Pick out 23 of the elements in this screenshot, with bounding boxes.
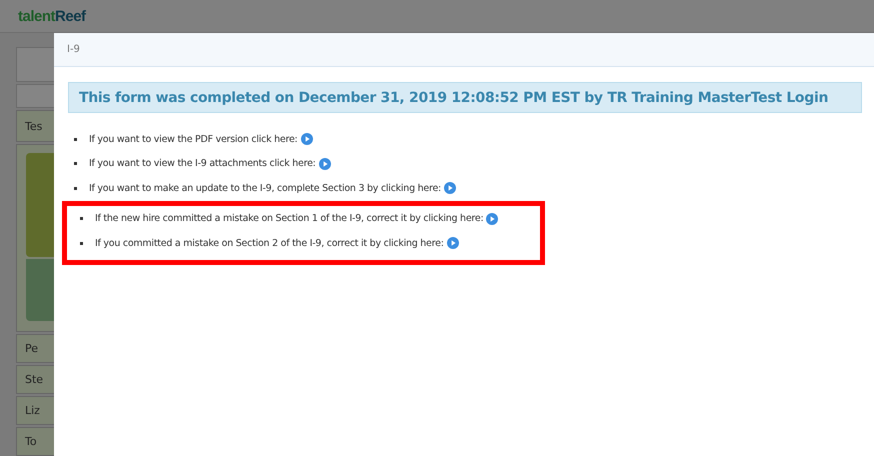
play-icon[interactable] (300, 133, 313, 146)
bullet-icon (74, 186, 77, 190)
play-icon[interactable] (444, 182, 456, 194)
play-icon[interactable] (318, 158, 331, 170)
background-row: To (16, 427, 54, 456)
instruction-text: If you want to make an update to the I-9, complete Section 3 by clicking here: (89, 182, 441, 194)
instruction-text: If you want to view the I-9 attachments click here: (89, 158, 316, 170)
bullet-icon (80, 242, 83, 245)
instruction-text: If you want to view the PDF version click here: (89, 134, 298, 145)
background-row: Tes (16, 110, 54, 142)
background-row: Liz (16, 396, 54, 425)
background-row: Ste (16, 365, 54, 394)
play-icon[interactable] (486, 212, 498, 225)
instruction-text: If the new hire committed a mistake on Section 1 of the I-9, correct it by clicking here: (95, 213, 484, 224)
dialog-title: I-9 (67, 44, 80, 55)
bullet-icon (80, 217, 83, 220)
background-row: Pe (16, 334, 54, 363)
play-icon[interactable] (446, 237, 459, 250)
instruction-text: If you committed a mistake on Section 2 of the I-9, correct it by clicking here: (95, 238, 444, 249)
bullet-icon (74, 162, 77, 166)
bullet-icon (74, 138, 77, 141)
logo: talentReef (18, 8, 86, 24)
completion-banner: This form was completed on December 31, 2019 12:08:52 PM EST by TR Training MasterTest Login (68, 82, 862, 113)
